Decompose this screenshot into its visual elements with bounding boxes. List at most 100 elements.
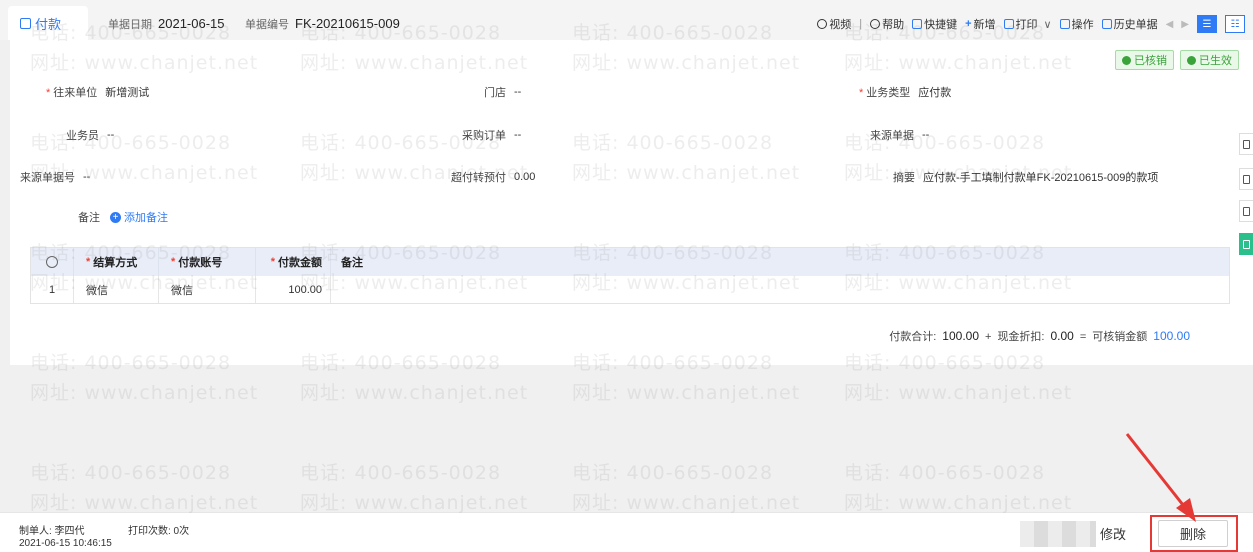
overpay-field: 超付转预付 0.00 bbox=[451, 169, 535, 185]
overpay-value[interactable]: 0.00 bbox=[514, 171, 535, 183]
history-button[interactable]: 历史单据 bbox=[1101, 16, 1158, 32]
pay-total-label: 付款合计: bbox=[889, 331, 937, 343]
chevron-down-icon[interactable]: ∨ bbox=[1044, 18, 1052, 31]
status-badge-effective: 已生效 bbox=[1180, 50, 1239, 70]
side-tool-copy[interactable] bbox=[1239, 168, 1253, 190]
discount-label: 现金折扣: bbox=[997, 331, 1045, 343]
modify-button[interactable]: 修改 bbox=[1095, 520, 1131, 547]
annotation-highlight-box bbox=[1150, 515, 1238, 552]
watermark-site: 网址: www.chanjet.net bbox=[30, 382, 259, 404]
print-label: 打印 bbox=[1015, 19, 1038, 31]
shortcut-label: 快捷键 bbox=[924, 19, 958, 31]
source-doc-label: 来源单据 bbox=[870, 130, 914, 142]
note-field: 备注 + 添加备注 bbox=[78, 209, 168, 225]
cell-amount[interactable]: 100.00 bbox=[256, 276, 331, 303]
store-label: 门店 bbox=[484, 87, 506, 99]
watermark-site: 网址: www.chanjet.net bbox=[844, 382, 1073, 404]
watermark-site: 网址: www.chanjet.net bbox=[572, 382, 801, 404]
biz-type-value[interactable]: 应付款 bbox=[918, 84, 951, 100]
payment-doc-icon bbox=[20, 17, 31, 29]
source-no-label: 来源单据号 bbox=[20, 172, 75, 184]
table-row[interactable]: 1 微信 微信 100.00 bbox=[31, 276, 1229, 303]
document-card bbox=[10, 40, 1253, 365]
plus-sign: + bbox=[985, 331, 992, 343]
watermark-phone: 电话: 400-665-0028 bbox=[844, 462, 1046, 484]
detail-view-button[interactable]: ☷ bbox=[1225, 15, 1245, 33]
help-button[interactable]: 帮助 bbox=[870, 16, 904, 32]
partner-value[interactable]: 新增测试 bbox=[105, 84, 149, 100]
summary-field: 摘要 应付款-手工填制付款单FK-20210615-009的款项 bbox=[893, 169, 1158, 185]
keyboard-icon bbox=[912, 19, 923, 29]
watermark-site: 网址: www.chanjet.net bbox=[572, 492, 801, 514]
store-field: 门店 -- bbox=[484, 84, 521, 100]
side-tool-document[interactable] bbox=[1239, 133, 1253, 155]
toolbar: 视频 | 帮助 快捷键 + 新增 打印 ∨ 操作 历史单据 ◀ ▶ ☰ ☷ bbox=[817, 15, 1245, 33]
new-label: 新增 bbox=[973, 19, 996, 31]
effective-label: 已生效 bbox=[1199, 55, 1232, 67]
salesman-value[interactable]: -- bbox=[107, 129, 114, 141]
separator: | bbox=[859, 18, 863, 30]
summary-value[interactable]: 应付款-手工填制付款单FK-20210615-009的款项 bbox=[923, 169, 1158, 185]
source-no-value[interactable]: -- bbox=[83, 171, 90, 183]
writeoff-value: 100.00 bbox=[1153, 329, 1190, 343]
tab-payment[interactable]: 付款 bbox=[8, 6, 88, 40]
operations-button[interactable]: 操作 bbox=[1059, 16, 1094, 32]
copy-icon bbox=[1243, 174, 1250, 184]
history-doc-icon bbox=[1101, 19, 1112, 29]
totals-bar: 付款合计: 100.00 + 现金折扣: 0.00 = 可核销金额 100.00 bbox=[889, 328, 1190, 344]
document-icon bbox=[1243, 139, 1250, 149]
video-button[interactable]: 视频 bbox=[817, 16, 851, 32]
status-badge-verified: 已核销 bbox=[1115, 50, 1174, 70]
tab-label: 付款 bbox=[35, 16, 62, 32]
cell-account[interactable]: 微信 bbox=[159, 276, 256, 303]
verified-label: 已核销 bbox=[1134, 55, 1167, 67]
header-bar: 付款 单据日期 2021-06-15 单据编号 FK-20210615-009 … bbox=[0, 0, 1253, 40]
writeoff-label: 可核销金额 bbox=[1092, 331, 1148, 343]
prev-arrow-icon[interactable]: ◀ bbox=[1166, 19, 1174, 30]
biz-type-label: * 业务类型 bbox=[859, 87, 911, 99]
biz-type-field: * 业务类型 应付款 bbox=[859, 84, 951, 100]
po-field: 采购订单 -- bbox=[462, 127, 521, 143]
column-settings[interactable] bbox=[31, 248, 74, 276]
watermark-phone: 电话: 400-665-0028 bbox=[30, 462, 232, 484]
new-button[interactable]: + 新增 bbox=[965, 16, 995, 32]
status-badges: 已核销 已生效 bbox=[1115, 50, 1239, 70]
overpay-label: 超付转预付 bbox=[451, 172, 506, 184]
salesman-field: 业务员 -- bbox=[66, 127, 114, 143]
list-view-button[interactable]: ☰ bbox=[1197, 15, 1217, 33]
help-icon bbox=[870, 19, 881, 29]
doc-date-value: 2021-06-15 bbox=[158, 16, 225, 31]
watermark-phone: 电话: 400-665-0028 bbox=[572, 462, 774, 484]
salesman-label: 业务员 bbox=[66, 130, 99, 142]
history-label: 历史单据 bbox=[1113, 19, 1158, 31]
print-button[interactable]: 打印 ∨ bbox=[1003, 16, 1052, 32]
discount-value: 0.00 bbox=[1050, 329, 1074, 343]
print-count-text: 打印次数: 0次 bbox=[128, 526, 190, 537]
shortcut-button[interactable]: 快捷键 bbox=[912, 16, 957, 32]
side-tool-audit[interactable] bbox=[1239, 233, 1253, 255]
watermark-site: 网址: www.chanjet.net bbox=[300, 492, 529, 514]
cell-method[interactable]: 微信 bbox=[74, 276, 159, 303]
side-tool-attach[interactable] bbox=[1239, 200, 1253, 222]
add-note-button[interactable]: + 添加备注 bbox=[110, 209, 168, 225]
store-value[interactable]: -- bbox=[514, 86, 521, 98]
partner-label: * 往来单位 bbox=[46, 87, 98, 99]
header-note: 备注 bbox=[341, 257, 363, 269]
table-header: * 结算方式 * 付款账号 * 付款金额 备注 bbox=[31, 248, 1229, 276]
plus-circle-icon: + bbox=[110, 211, 121, 223]
audit-icon bbox=[1243, 239, 1250, 249]
po-value[interactable]: -- bbox=[514, 129, 521, 141]
cell-note[interactable] bbox=[331, 276, 1229, 303]
partner-field: * 往来单位 新增测试 bbox=[46, 84, 149, 100]
source-doc-value[interactable]: -- bbox=[922, 129, 929, 141]
doc-date-label: 单据日期 bbox=[108, 19, 152, 31]
po-label: 采购订单 bbox=[462, 130, 506, 142]
doc-date: 单据日期 2021-06-15 bbox=[108, 16, 225, 32]
note-label: 备注 bbox=[78, 212, 100, 224]
doc-number: 单据编号 FK-20210615-009 bbox=[245, 16, 400, 32]
doc-number-value: FK-20210615-009 bbox=[295, 16, 400, 31]
next-arrow-icon[interactable]: ▶ bbox=[1181, 19, 1189, 30]
help-label: 帮助 bbox=[882, 19, 905, 31]
watermark-site: 网址: www.chanjet.net bbox=[844, 492, 1073, 514]
printer-icon bbox=[1003, 19, 1014, 29]
